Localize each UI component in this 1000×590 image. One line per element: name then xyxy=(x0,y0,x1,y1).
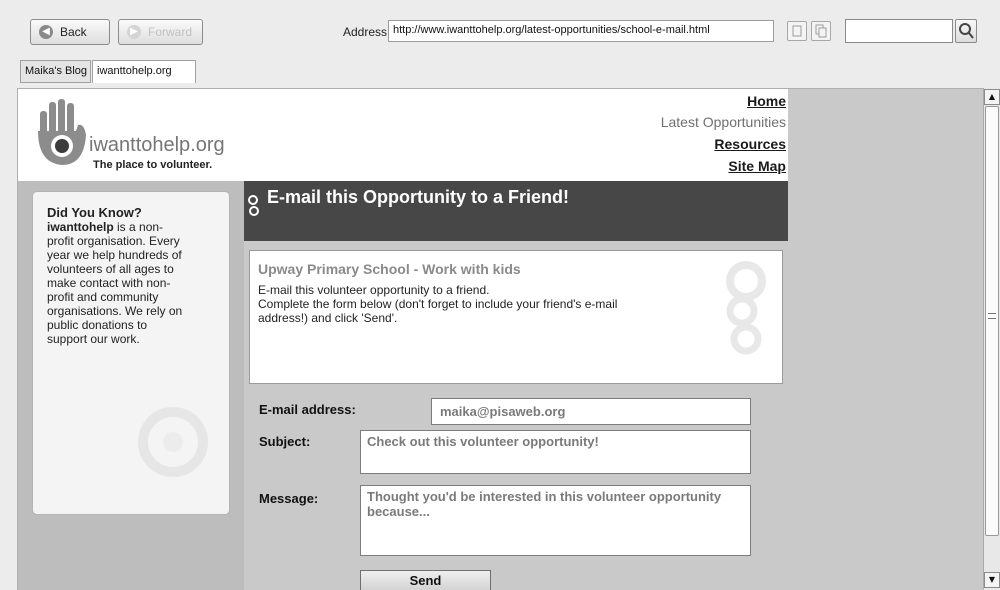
tab-iwanttohelp[interactable]: iwanttohelp.org xyxy=(92,60,196,83)
scroll-grip-icon xyxy=(988,313,996,319)
site-tagline: The place to volunteer. xyxy=(93,159,213,171)
web-content: iwanttohelp.org The place to volunteer. … xyxy=(17,88,984,590)
forward-arrow-icon: ▶ xyxy=(127,25,141,39)
subject-label: Subject: xyxy=(259,434,311,449)
dyk-line: public donations to xyxy=(47,318,148,332)
paste-glyph-icon xyxy=(815,24,827,38)
dyk-line: year we help hundreds of xyxy=(47,248,182,262)
intro-line: Complete the form below (don't forget to… xyxy=(258,297,618,311)
forward-button[interactable]: ▶ Forward xyxy=(118,19,203,45)
dyk-line: support our work. xyxy=(47,332,140,346)
search-icon xyxy=(959,23,974,39)
address-label: Address xyxy=(343,25,388,39)
email-field[interactable]: maika@pisaweb.org xyxy=(431,398,751,425)
opportunity-box: Upway Primary School - Work with kids E-… xyxy=(249,250,783,384)
send-button[interactable]: Send xyxy=(360,570,491,590)
email-label: E-mail address: xyxy=(259,402,356,417)
did-you-know-title: Did You Know? xyxy=(47,205,142,220)
subject-field[interactable]: Check out this volunteer opportunity! xyxy=(360,430,751,474)
tab-label: iwanttohelp.org xyxy=(97,65,172,77)
scroll-down-icon[interactable]: ▼ xyxy=(984,572,1000,588)
nav-latest-opportunities[interactable]: Latest Opportunities xyxy=(661,114,786,130)
dyk-line: organisations. We rely on xyxy=(47,304,183,318)
opportunity-title: Upway Primary School - Work with kids xyxy=(258,261,521,277)
brand-name: iwanttohelp xyxy=(47,220,114,234)
nav-home[interactable]: Home xyxy=(747,93,786,109)
dyk-line: volunteers of all ages to xyxy=(47,262,174,276)
did-you-know-text: iwanttohelp is a non- profit organisatio… xyxy=(47,220,215,346)
paste-icon[interactable] xyxy=(811,21,831,41)
back-button[interactable]: ◀ Back xyxy=(30,19,110,45)
vertical-scrollbar[interactable]: ▲ ▼ xyxy=(983,88,1000,589)
dyk-line: is a non- xyxy=(113,220,164,234)
intro-line: address!) and click 'Send'. xyxy=(258,311,398,325)
did-you-know-box: Did You Know? iwanttohelp is a non- prof… xyxy=(32,191,230,515)
scrollbar-thumb[interactable] xyxy=(985,106,999,536)
browser-toolbar: ◀ Back ▶ Forward Address http://www.iwan… xyxy=(0,0,1000,88)
watermark-hand-icon xyxy=(138,407,208,477)
page-title: E-mail this Opportunity to a Friend! xyxy=(267,187,570,207)
nav-site-map[interactable]: Site Map xyxy=(728,158,786,174)
tab-maikas-blog[interactable]: Maika's Blog xyxy=(20,60,91,83)
scroll-up-icon[interactable]: ▲ xyxy=(984,89,1000,105)
hand-logo-icon xyxy=(38,99,86,165)
message-label: Message: xyxy=(259,491,319,506)
copy-icon[interactable] xyxy=(787,21,807,41)
back-arrow-icon: ◀ xyxy=(39,25,53,39)
search-input[interactable] xyxy=(845,19,953,43)
title-gear-icon xyxy=(248,195,259,216)
message-field[interactable]: Thought you'd be interested in this volu… xyxy=(360,485,751,556)
tab-label: Maika's Blog xyxy=(25,65,88,77)
back-label: Back xyxy=(60,25,87,39)
site-header: iwanttohelp.org The place to volunteer. … xyxy=(18,89,788,181)
nav-resources[interactable]: Resources xyxy=(714,136,786,152)
search-button[interactable] xyxy=(955,19,977,43)
copy-glyph-icon xyxy=(792,25,802,37)
dyk-line: profit organisation. Every xyxy=(47,234,180,248)
forward-label: Forward xyxy=(148,25,193,39)
dyk-line: profit and community xyxy=(47,290,159,304)
site-logo-text: iwanttohelp.org xyxy=(89,134,225,156)
intro-line: E-mail this volunteer opportunity to a f… xyxy=(258,283,490,297)
dyk-line: make contact with non- xyxy=(47,276,171,290)
address-input[interactable]: http://www.iwanttohelp.org/latest-opport… xyxy=(388,20,774,42)
